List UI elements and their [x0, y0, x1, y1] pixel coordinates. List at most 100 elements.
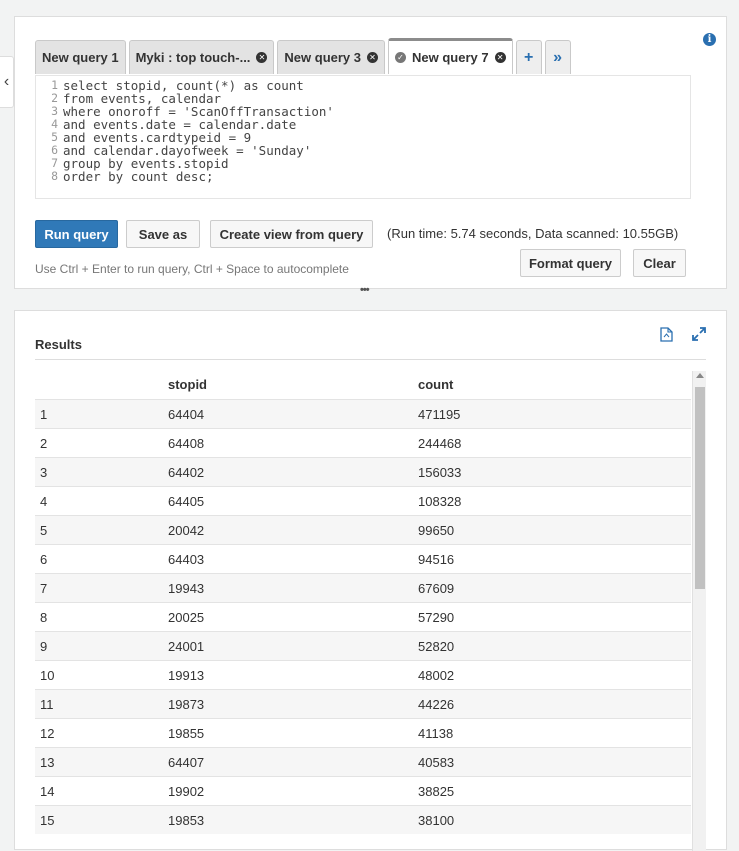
stopid-cell: 20025 [168, 609, 205, 625]
column-header-count[interactable]: count [418, 377, 688, 392]
panel-resize-handle[interactable]: ••• [360, 284, 370, 296]
row-index-cell: 10 [40, 667, 55, 683]
tab-new-query-3[interactable]: New query 3 ✕ [277, 40, 386, 74]
scroll-up-arrow-icon[interactable] [696, 373, 704, 378]
table-row[interactable]: 7 19943 67609 [35, 573, 691, 602]
row-index-cell: 9 [40, 638, 48, 654]
tab-label: Myki : top touch-... [135, 50, 251, 65]
line-number: 2 [51, 91, 58, 105]
count-cell: 108328 [418, 493, 462, 509]
code-text: order by count desc; [63, 169, 214, 184]
stopid-cell: 19913 [168, 667, 205, 683]
row-index-cell: 7 [40, 580, 48, 596]
tab-label: New query 3 [284, 50, 362, 65]
table-row[interactable]: 14 19902 38825 [35, 776, 691, 805]
sql-editor[interactable]: 1 select stopid, count(*) as count 2 fro… [35, 75, 691, 199]
row-index-cell: 12 [40, 725, 55, 741]
row-index-cell: 15 [40, 812, 55, 828]
row-index-cell: 13 [40, 754, 55, 770]
table-row[interactable]: 6 64403 94516 [35, 544, 691, 573]
row-index-cell: 2 [40, 435, 48, 451]
table-row[interactable]: 5 20042 99650 [35, 515, 691, 544]
table-row[interactable]: 11 19873 44226 [35, 689, 691, 718]
close-icon[interactable]: ✕ [256, 52, 268, 63]
row-index-cell: 5 [40, 522, 48, 538]
run-info-text: (Run time: 5.74 seconds, Data scanned: 1… [387, 226, 679, 241]
row-index-cell: 6 [40, 551, 48, 567]
count-cell: 94516 [418, 551, 455, 567]
table-row[interactable]: 1 64404 471195 [35, 399, 691, 428]
count-cell: 38825 [418, 783, 455, 799]
sidebar-collapse-button[interactable]: ‹ [0, 56, 14, 108]
table-row[interactable]: 2 64408 244468 [35, 428, 691, 457]
table-row[interactable]: 3 64402 156033 [35, 457, 691, 486]
code-line: 8 order by count desc; [36, 169, 690, 184]
stopid-cell: 19855 [168, 725, 205, 741]
more-tabs-button[interactable]: » [544, 40, 571, 74]
close-icon[interactable]: ✕ [367, 52, 379, 63]
row-index-cell: 14 [40, 783, 55, 799]
results-title: Results [35, 337, 82, 352]
stopid-cell: 64403 [168, 551, 205, 567]
stopid-cell: 19943 [168, 580, 205, 596]
table-row[interactable]: 9 24001 52820 [35, 631, 691, 660]
format-query-button[interactable]: Format query [520, 249, 621, 277]
line-number: 4 [51, 117, 58, 131]
row-index-cell: 8 [40, 609, 48, 625]
tab-myki-top-touch[interactable]: Myki : top touch-... ✕ [128, 40, 275, 74]
count-cell: 41138 [418, 725, 454, 741]
count-cell: 471195 [418, 406, 461, 422]
count-cell: 57290 [418, 609, 455, 625]
table-row[interactable]: 15 19853 38100 [35, 805, 691, 834]
double-chevron-right-icon: » [553, 48, 563, 66]
save-as-button[interactable]: Save as [126, 220, 200, 248]
stopid-cell: 20042 [168, 522, 205, 538]
table-row[interactable]: 12 19855 41138 [35, 718, 691, 747]
count-cell: 52820 [418, 638, 455, 654]
table-row[interactable]: 13 64407 40583 [35, 747, 691, 776]
results-scrollbar[interactable] [692, 371, 706, 851]
plus-icon: + [523, 48, 534, 66]
table-row[interactable]: 10 19913 48002 [35, 660, 691, 689]
line-number: 7 [51, 156, 58, 170]
stopid-cell: 64405 [168, 493, 205, 509]
count-cell: 99650 [418, 522, 455, 538]
line-number: 1 [51, 78, 58, 92]
count-cell: 67609 [418, 580, 455, 596]
scrollbar-thumb[interactable] [695, 387, 705, 589]
tab-label: New query 1 [42, 50, 119, 65]
column-header-stopid[interactable]: stopid [168, 377, 418, 392]
close-icon[interactable]: ✕ [494, 52, 506, 63]
stopid-cell: 19853 [168, 812, 205, 828]
line-number: 6 [51, 143, 58, 157]
results-table: stopid count 1 64404 471195 2 64408 244468 3 64… [35, 369, 691, 834]
expand-icon[interactable] [692, 327, 706, 344]
create-view-button[interactable]: Create view from query [210, 220, 373, 248]
line-number: 5 [51, 130, 58, 144]
stopid-cell: 64407 [168, 754, 205, 770]
count-cell: 48002 [418, 667, 455, 683]
stopid-cell: 19873 [168, 696, 205, 712]
download-csv-icon[interactable] [660, 327, 673, 345]
line-number: 3 [51, 104, 58, 118]
add-tab-button[interactable]: + [515, 40, 542, 74]
table-row[interactable]: 4 64405 108328 [35, 486, 691, 515]
stopid-cell: 64404 [168, 406, 205, 422]
check-icon: ✓ [395, 52, 407, 63]
clear-button[interactable]: Clear [633, 249, 686, 277]
stopid-cell: 19902 [168, 783, 205, 799]
tab-new-query-1[interactable]: New query 1 [35, 40, 126, 74]
table-header: stopid count [35, 369, 691, 399]
count-cell: 244468 [418, 435, 462, 451]
stopid-cell: 24001 [168, 638, 205, 654]
count-cell: 44226 [418, 696, 455, 712]
row-index-cell: 3 [40, 464, 48, 480]
stopid-cell: 64408 [168, 435, 205, 451]
table-row[interactable]: 8 20025 57290 [35, 602, 691, 631]
run-query-button[interactable]: Run query [35, 220, 118, 248]
line-number: 8 [51, 169, 58, 183]
tab-label: New query 7 [412, 50, 489, 65]
info-icon[interactable]: i [703, 33, 716, 46]
stopid-cell: 64402 [168, 464, 205, 480]
tab-new-query-7[interactable]: ✓ New query 7 ✕ [388, 38, 513, 74]
